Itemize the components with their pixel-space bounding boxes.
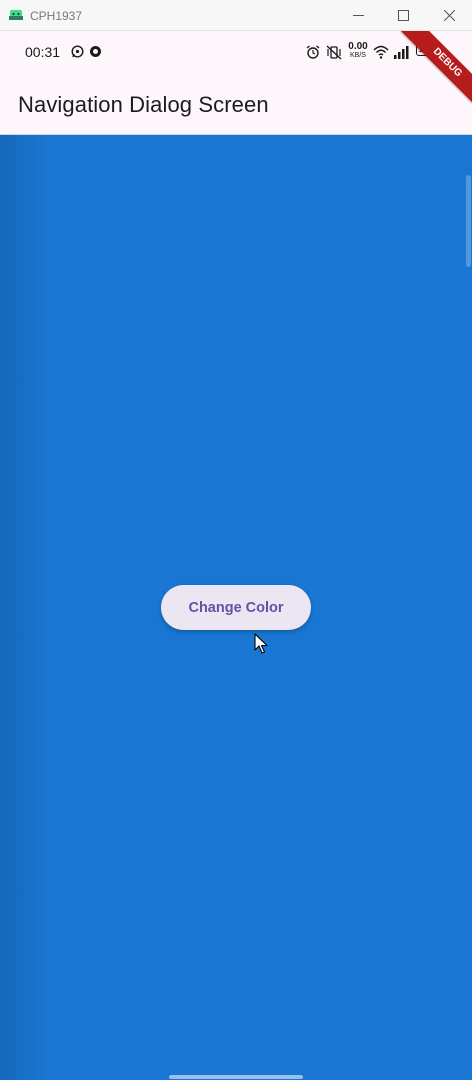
status-time: 00:31 (25, 44, 61, 60)
net-speed-unit: KB/S (350, 52, 366, 59)
alarm-icon (306, 45, 320, 59)
close-button[interactable] (426, 0, 472, 31)
close-icon (443, 10, 455, 21)
signal-icon (394, 46, 409, 59)
page-title: Navigation Dialog Screen (18, 92, 269, 117)
net-speed-value: 0.00 (348, 41, 368, 52)
maximize-button[interactable] (380, 0, 426, 31)
home-indicator[interactable] (169, 1075, 303, 1079)
minimize-icon (352, 15, 364, 16)
vibrate-off-icon (326, 45, 342, 60)
whatsapp-icon (71, 45, 84, 58)
wifi-icon (373, 45, 389, 59)
net-speed: 0.00 KB/S (347, 42, 369, 60)
circle-app-icon (90, 46, 101, 57)
maximize-icon (397, 10, 409, 21)
left-edge-shadow (0, 135, 46, 1080)
mouse-pointer-icon (254, 633, 268, 654)
minimize-button[interactable] (335, 0, 381, 31)
android-icon (9, 10, 23, 20)
change-color-button[interactable]: Change Color (161, 585, 311, 630)
window-title-bar: CPH1937 (0, 0, 472, 31)
phone-screen: 00:31 0.00 KB/S Navigation Dialog Screen… (0, 31, 472, 1080)
status-bar: 00:31 0.00 KB/S (0, 31, 472, 73)
main-content: Change Color (0, 135, 472, 1080)
scrollbar[interactable] (466, 175, 471, 267)
app-bar: Navigation Dialog Screen (0, 73, 472, 135)
window-title: CPH1937 (30, 9, 83, 23)
